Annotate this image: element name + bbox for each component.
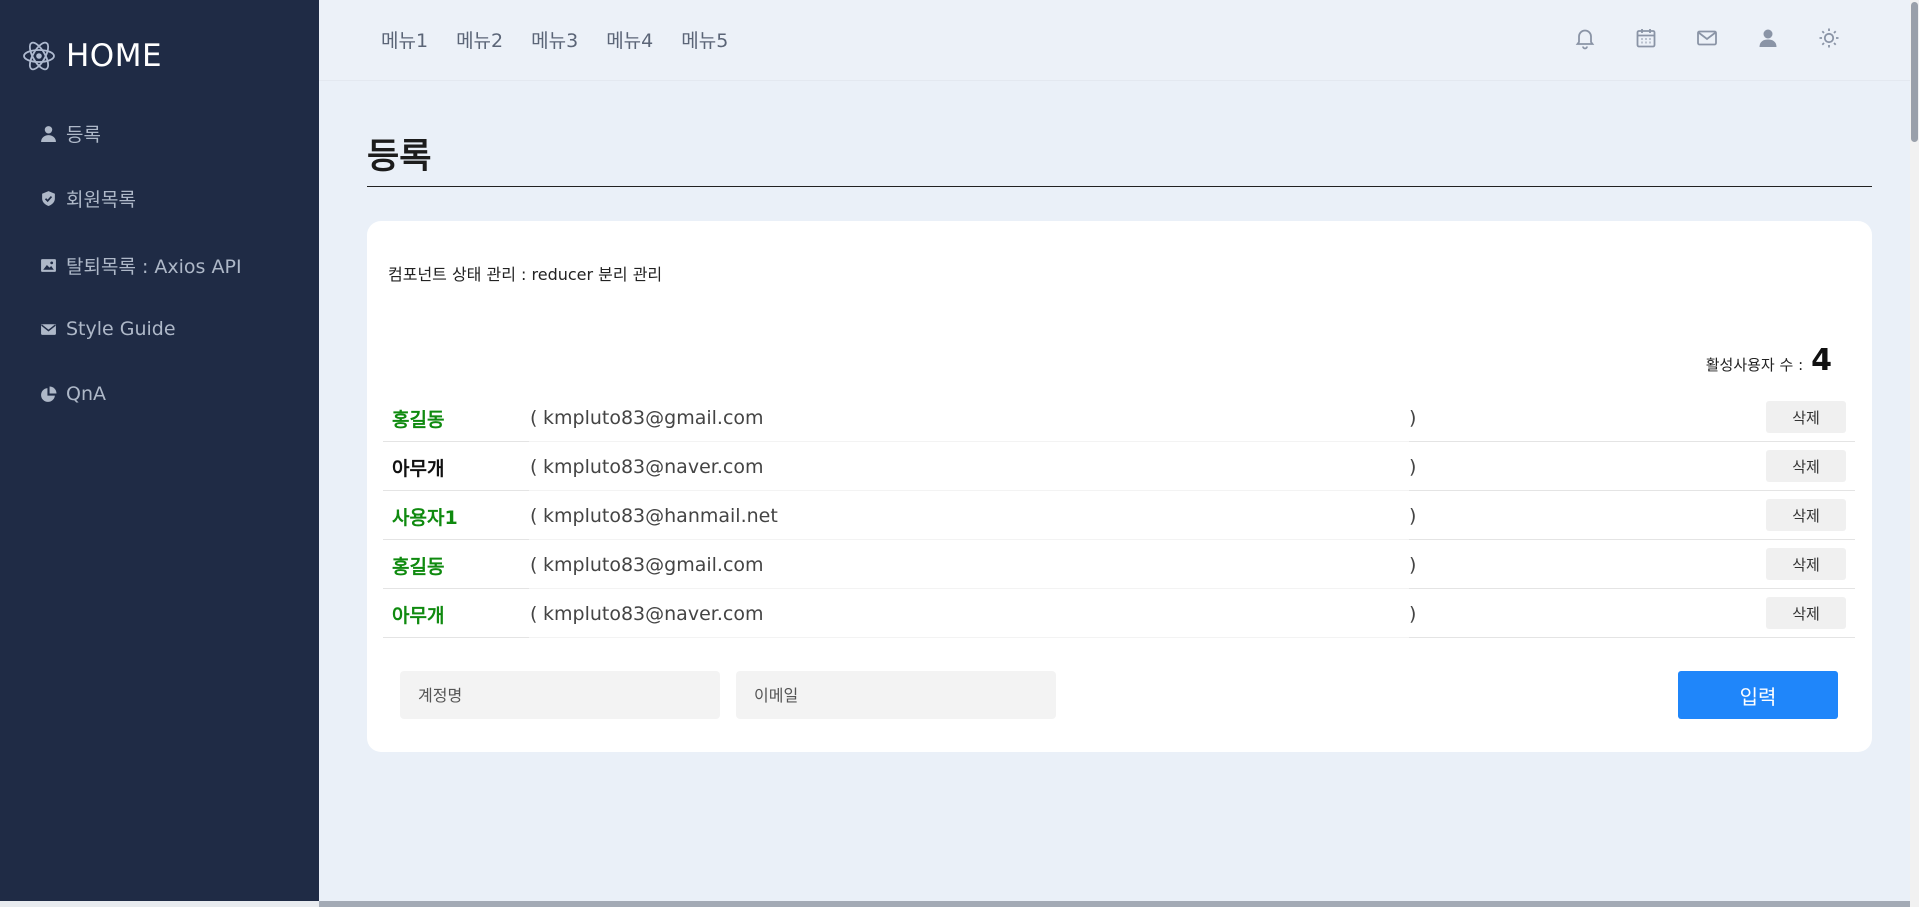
user-name[interactable]: 아무개 xyxy=(392,601,444,628)
react-atom-icon xyxy=(23,41,55,71)
sidebar-item-label: QnA xyxy=(66,383,106,405)
username-input[interactable] xyxy=(400,671,720,719)
user-list: 홍길동 ( kmpluto83@gmail.com ) 삭제 아무개 ( kmp… xyxy=(383,393,1855,638)
menu-3[interactable]: 메뉴3 xyxy=(531,26,578,53)
close-paren: ) xyxy=(1409,603,1417,625)
row-divider xyxy=(529,637,1409,638)
active-count-label: 활성사용자 수 : xyxy=(1705,356,1804,374)
delete-button[interactable]: 삭제 xyxy=(1766,401,1846,433)
menu-5[interactable]: 메뉴5 xyxy=(681,26,728,53)
user-name[interactable]: 홍길동 xyxy=(392,552,444,579)
sidebar-item-label: Style Guide xyxy=(66,318,176,340)
submit-button[interactable]: 입력 xyxy=(1678,671,1838,719)
top-menu: 메뉴1 메뉴2 메뉴3 메뉴4 메뉴5 xyxy=(381,26,756,53)
sidebar: HOME 등록 회원목록 탈퇴목록 : Axios API Style Guid… xyxy=(0,0,319,907)
sidebar-item-qna[interactable]: QnA xyxy=(40,383,106,405)
active-count-value: 4 xyxy=(1811,343,1832,378)
shield-icon xyxy=(42,191,55,206)
delete-button[interactable]: 삭제 xyxy=(1766,548,1846,580)
description-text: 컴포넌트 상태 관리 : reducer 분리 관리 xyxy=(388,265,663,284)
user-email: kmpluto83@naver.com xyxy=(543,603,764,625)
vertical-scroll-thumb[interactable] xyxy=(1911,2,1918,142)
sidebar-item-register[interactable]: 등록 xyxy=(40,120,101,147)
sidebar-item-withdrawal-list[interactable]: 탈퇴목록 : Axios API xyxy=(40,252,242,279)
sun-icon xyxy=(1819,28,1839,48)
image-icon xyxy=(41,259,56,272)
logo-text: HOME xyxy=(66,38,163,74)
sidebar-item-label: 등록 xyxy=(66,124,101,146)
open-paren: ( xyxy=(530,554,538,576)
email-input[interactable] xyxy=(736,671,1056,719)
envelope-icon xyxy=(1697,30,1717,46)
user-icon xyxy=(1759,29,1777,47)
title-divider xyxy=(367,186,1872,187)
close-paren: ) xyxy=(1409,554,1417,576)
open-paren: ( xyxy=(530,505,538,527)
open-paren: ( xyxy=(530,407,538,429)
horizontal-scroll-thumb[interactable] xyxy=(319,901,1910,907)
header-icons xyxy=(1543,22,1848,54)
sidebar-item-style-guide[interactable]: Style Guide xyxy=(40,318,176,340)
theme-toggle-button[interactable] xyxy=(1810,22,1848,54)
vertical-scrollbar[interactable] xyxy=(1910,0,1919,907)
user-email: kmpluto83@gmail.com xyxy=(543,407,764,429)
delete-button[interactable]: 삭제 xyxy=(1766,450,1846,482)
user-name[interactable]: 홍길동 xyxy=(392,405,444,432)
menu-1[interactable]: 메뉴1 xyxy=(381,26,428,53)
open-paren: ( xyxy=(530,456,538,478)
active-user-count: 활성사용자 수 : 4 xyxy=(1706,343,1832,378)
top-header: 메뉴1 메뉴2 메뉴3 메뉴4 메뉴5 xyxy=(319,0,1910,81)
pie-chart-icon xyxy=(41,386,57,402)
register-card: 컴포넌트 상태 관리 : reducer 분리 관리 활성사용자 수 : 4 홍… xyxy=(367,221,1872,752)
horizontal-scrollbar[interactable] xyxy=(0,901,1910,907)
user-row: 아무개 ( kmpluto83@naver.com ) 삭제 xyxy=(383,442,1855,491)
calendar-button[interactable] xyxy=(1627,22,1665,54)
sidebar-item-member-list[interactable]: 회원목록 xyxy=(40,185,136,212)
sidebar-item-label: 탈퇴목록 : Axios API xyxy=(66,256,242,278)
open-paren: ( xyxy=(530,603,538,625)
user-name[interactable]: 사용자1 xyxy=(392,503,458,530)
user-row: 아무개 ( kmpluto83@naver.com ) 삭제 xyxy=(383,589,1855,638)
user-icon xyxy=(41,126,56,142)
user-email: kmpluto83@gmail.com xyxy=(543,554,764,576)
page-title: 등록 xyxy=(367,137,432,177)
user-row: 홍길동 ( kmpluto83@gmail.com ) 삭제 xyxy=(383,540,1855,589)
user-row: 홍길동 ( kmpluto83@gmail.com ) 삭제 xyxy=(383,393,1855,442)
user-row: 사용자1 ( kmpluto83@hanmail.net ) 삭제 xyxy=(383,491,1855,540)
delete-button[interactable]: 삭제 xyxy=(1766,499,1846,531)
delete-button[interactable]: 삭제 xyxy=(1766,597,1846,629)
menu-2[interactable]: 메뉴2 xyxy=(456,26,503,53)
notifications-button[interactable] xyxy=(1566,22,1604,54)
user-email: kmpluto83@naver.com xyxy=(543,456,764,478)
bell-icon xyxy=(1575,29,1595,50)
menu-4[interactable]: 메뉴4 xyxy=(606,26,653,53)
profile-button[interactable] xyxy=(1749,22,1787,54)
close-paren: ) xyxy=(1409,407,1417,429)
user-email: kmpluto83@hanmail.net xyxy=(543,505,778,527)
mail-icon xyxy=(41,323,56,335)
close-paren: ) xyxy=(1409,505,1417,527)
logo[interactable]: HOME xyxy=(22,38,162,74)
user-name[interactable]: 아무개 xyxy=(392,454,444,481)
messages-button[interactable] xyxy=(1688,22,1726,54)
calendar-icon xyxy=(1636,29,1656,48)
sidebar-item-label: 회원목록 xyxy=(66,189,136,211)
close-paren: ) xyxy=(1409,456,1417,478)
